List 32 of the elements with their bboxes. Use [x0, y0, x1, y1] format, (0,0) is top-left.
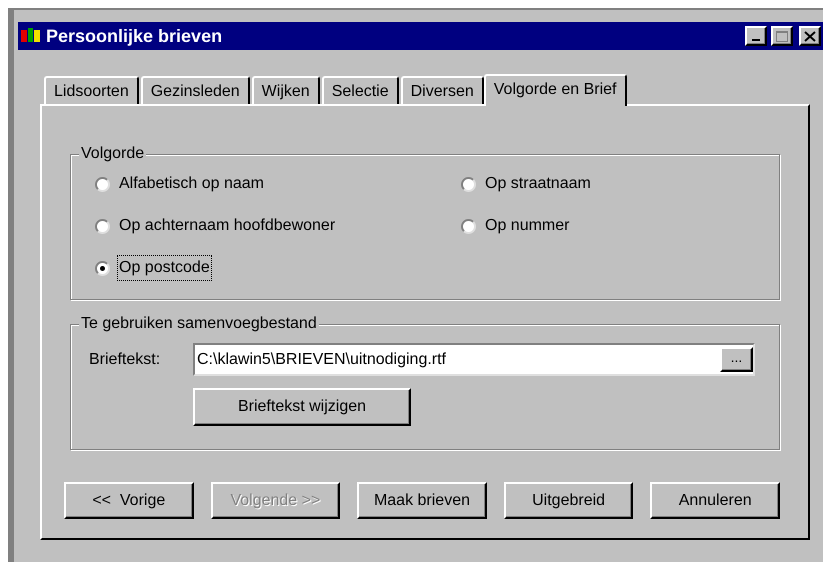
tab[interactable]: Volgorde en Brief [484, 74, 626, 106]
app-icon [20, 27, 42, 45]
radio-label: Op straatnaam [484, 174, 592, 194]
dialog-button[interactable]: Uitgebreid [504, 482, 634, 519]
radio-label: Op nummer [484, 216, 570, 236]
group-title: Volgorde [79, 144, 146, 164]
close-icon [804, 30, 816, 42]
file-path-field[interactable]: C:\klawin5\BRIEVEN\uitnodiging.rtf ... [193, 343, 755, 376]
tab[interactable]: Gezinsleden [140, 76, 250, 104]
close-button[interactable] [799, 26, 821, 46]
window-title: Persoonlijke brieven [46, 24, 224, 48]
group-title: Te gebruiken samenvoegbestand [79, 314, 319, 334]
radio-button[interactable] [95, 260, 110, 276]
dialog-button[interactable]: << Vorige [64, 482, 194, 519]
tab[interactable]: Diversen [400, 76, 484, 104]
radio-button[interactable] [461, 176, 476, 192]
radio-button[interactable] [95, 218, 110, 234]
dialog-button[interactable]: Annuleren [650, 482, 780, 519]
minimize-button[interactable] [745, 26, 767, 46]
tab[interactable]: Wijken [252, 76, 320, 104]
radio-label: Op postcode [118, 256, 211, 280]
maximize-button[interactable] [771, 26, 793, 46]
radio-label: Alfabetisch op naam [118, 174, 265, 194]
radio-button[interactable] [461, 218, 476, 234]
tab[interactable]: Lidsoorten [44, 76, 139, 104]
dialog-button[interactable]: Maak brieven [357, 482, 487, 519]
radio-button[interactable] [95, 176, 110, 192]
browse-button[interactable]: ... [720, 347, 753, 372]
change-letter-button[interactable]: Brieftekst wijzigen [193, 388, 411, 426]
field-label: Brieftekst: [89, 350, 162, 370]
radio-label: Op achternaam hoofdbewoner [118, 216, 336, 236]
tab[interactable]: Selectie [322, 76, 399, 104]
